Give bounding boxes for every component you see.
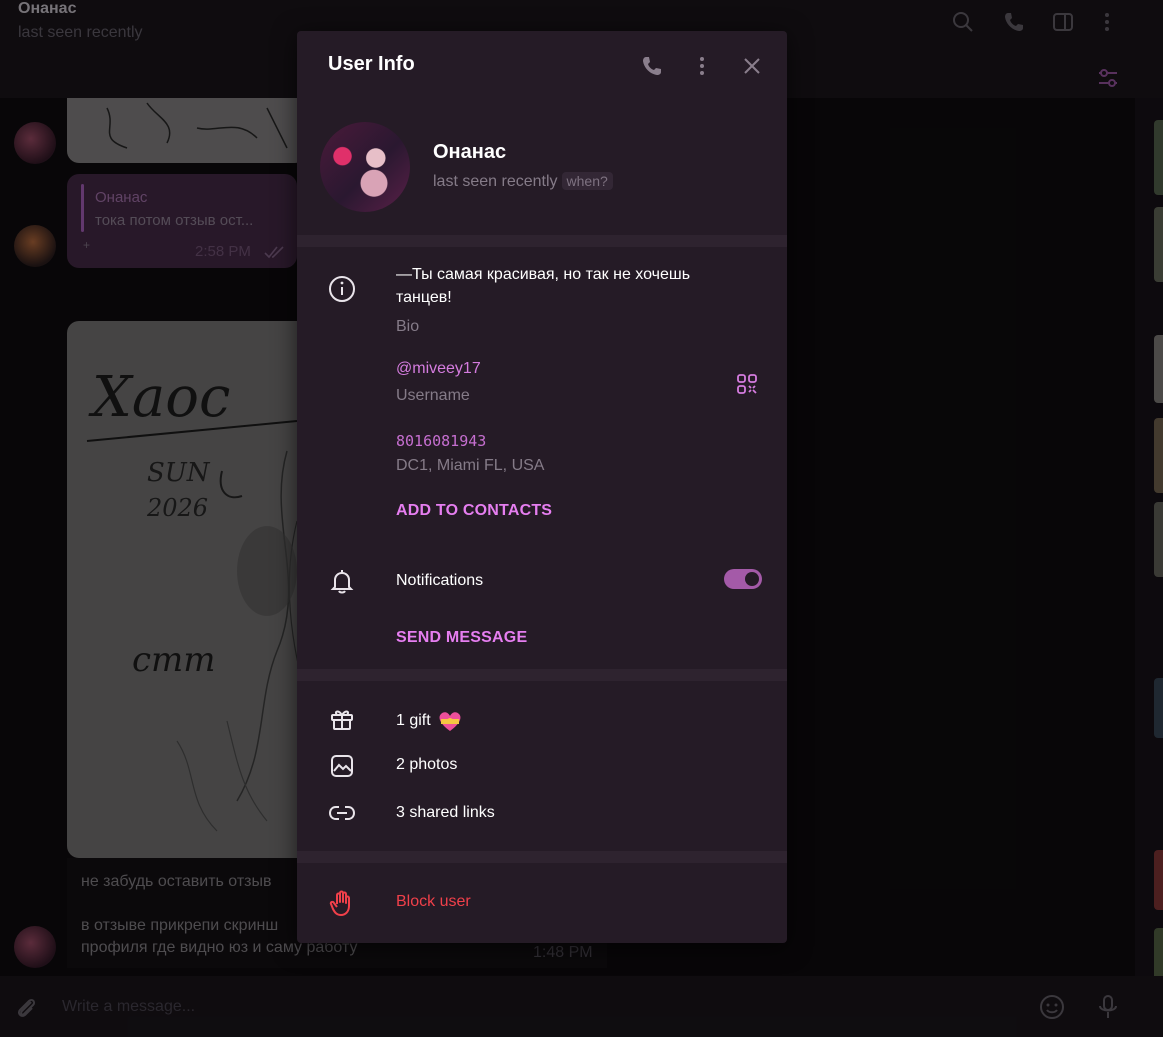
gifts-item[interactable]: 1 gift bbox=[396, 709, 463, 733]
phone-number[interactable]: 8016081943 bbox=[396, 432, 486, 450]
username-label: Username bbox=[396, 387, 470, 404]
close-icon[interactable] bbox=[739, 53, 765, 79]
heart-gift-icon bbox=[439, 712, 461, 731]
bell-icon bbox=[328, 567, 356, 595]
dialog-title: User Info bbox=[328, 53, 415, 75]
section-divider bbox=[297, 669, 787, 681]
photo-icon bbox=[328, 752, 356, 780]
more-icon[interactable] bbox=[689, 53, 715, 79]
gift-icon bbox=[328, 705, 356, 733]
user-info-dialog: User Info Онанас last seen recently when?… bbox=[297, 31, 787, 943]
hand-icon bbox=[328, 889, 356, 917]
section-divider bbox=[297, 851, 787, 863]
toggle-knob bbox=[745, 572, 759, 586]
phone-icon[interactable] bbox=[639, 53, 665, 79]
last-seen-text: last seen recently bbox=[433, 173, 558, 190]
profile-name: Онанас bbox=[433, 141, 507, 163]
notifications-toggle[interactable] bbox=[724, 569, 762, 589]
when-button[interactable]: when? bbox=[561, 172, 613, 190]
photos-item[interactable]: 2 photos bbox=[396, 756, 457, 774]
notifications-label: Notifications bbox=[396, 572, 484, 589]
add-to-contacts-button[interactable]: ADD TO CONTACTS bbox=[396, 502, 552, 520]
link-icon bbox=[328, 799, 356, 827]
bio-label: Bio bbox=[396, 318, 420, 335]
shared-links-item[interactable]: 3 shared links bbox=[396, 804, 495, 822]
info-icon bbox=[328, 275, 356, 303]
section-divider bbox=[297, 235, 787, 247]
location-text: DC1, Miami FL, USA bbox=[396, 457, 545, 474]
send-message-button[interactable]: SEND MESSAGE bbox=[396, 629, 527, 647]
block-user-button[interactable]: Block user bbox=[396, 893, 471, 911]
bio-text[interactable]: —Ты самая красивая, но так не хочешь тан… bbox=[396, 263, 726, 309]
profile-status: last seen recently when? bbox=[433, 172, 613, 191]
profile-avatar[interactable] bbox=[320, 122, 410, 212]
username[interactable]: @miveey17 bbox=[396, 360, 481, 378]
qr-icon[interactable] bbox=[734, 371, 760, 397]
gifts-label: 1 gift bbox=[396, 712, 431, 730]
